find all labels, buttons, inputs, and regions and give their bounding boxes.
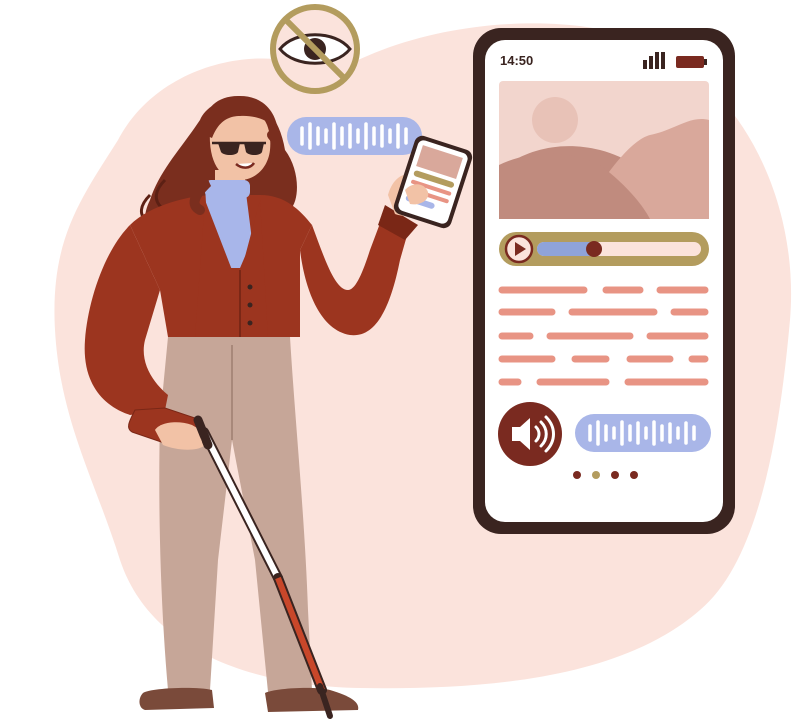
carousel-dot[interactable]: [630, 471, 638, 479]
speaker-icon[interactable]: [498, 402, 562, 466]
media-image: [499, 81, 709, 219]
illustration-scene: [54, 4, 792, 719]
voice-bubble-phone: [575, 414, 711, 452]
eye-crossed-icon: [270, 4, 360, 94]
carousel-dot[interactable]: [611, 471, 619, 479]
voice-bubble-top: [287, 117, 422, 155]
carousel-dot[interactable]: [573, 471, 581, 479]
battery-icon: [676, 56, 707, 68]
play-icon[interactable]: [504, 234, 534, 264]
phone: [473, 28, 735, 534]
status-time: 14:50: [500, 53, 534, 68]
carousel-dot[interactable]: [592, 471, 600, 479]
progress-knob[interactable]: [586, 241, 603, 257]
